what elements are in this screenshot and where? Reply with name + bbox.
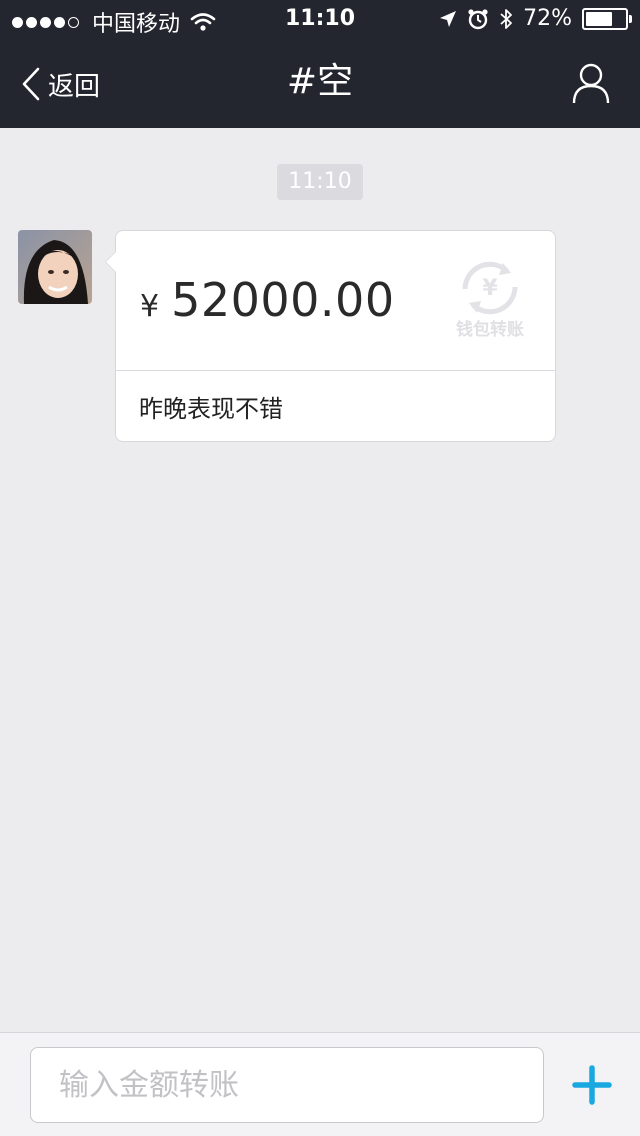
yuan-transfer-icon: ¥ xyxy=(462,261,518,315)
wallet-transfer-watermark: ¥ 钱包转账 xyxy=(447,259,533,340)
page-title: #空 xyxy=(286,61,354,102)
input-bar xyxy=(0,1032,640,1136)
battery-icon xyxy=(582,7,632,30)
status-bar: 中国移动 11:10 72% xyxy=(0,0,640,40)
transfer-note: 昨晚表现不错 xyxy=(139,395,283,423)
plus-icon xyxy=(572,1065,612,1105)
status-right: 72% xyxy=(429,6,632,31)
transfer-message-bubble[interactable]: ¥ 52000.00 ¥ 钱包转账 昨晚表现不错 xyxy=(105,230,556,442)
add-button[interactable] xyxy=(572,1065,612,1109)
nav-bar: 返回 #空 xyxy=(0,40,640,128)
avatar[interactable] xyxy=(18,230,92,304)
watermark-text: 钱包转账 xyxy=(456,320,524,340)
top-bar: 中国移动 11:10 72% 返回 #空 xyxy=(0,0,640,128)
transfer-amount: ¥ 52000.00 xyxy=(140,273,395,333)
person-icon xyxy=(572,63,610,104)
svg-text:¥: ¥ xyxy=(482,276,498,301)
location-arrow-icon xyxy=(440,10,457,27)
amount-input[interactable] xyxy=(30,1047,544,1123)
amount-value: 52000.00 xyxy=(171,273,395,327)
bubble-divider xyxy=(116,370,555,371)
user-profile-button[interactable] xyxy=(572,62,610,108)
alarm-clock-icon xyxy=(468,8,488,29)
currency-symbol: ¥ xyxy=(140,289,160,324)
chat-timestamp: 11:10 xyxy=(277,164,363,200)
bluetooth-icon xyxy=(500,8,512,29)
battery-percent: 72% xyxy=(523,6,572,31)
